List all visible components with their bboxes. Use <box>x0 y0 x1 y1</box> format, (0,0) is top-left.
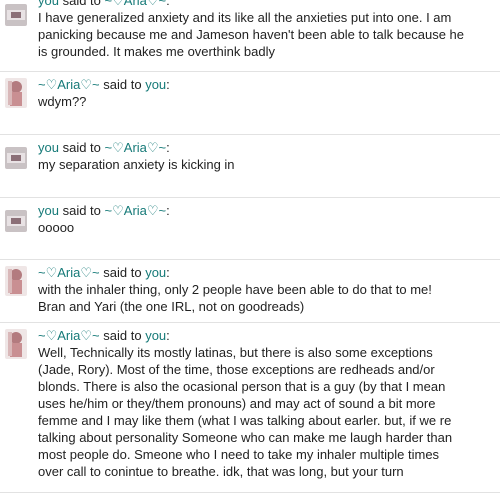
recipient-link[interactable]: you <box>145 328 166 343</box>
avatar-image-you <box>5 147 27 169</box>
said-to-text: said to <box>62 140 101 155</box>
avatar-image-aria <box>5 266 27 296</box>
message-item: you said to ~♡Aria♡~: ooooo 2 <box>0 198 500 260</box>
message-line: blonds. There is also the ocasional pers… <box>38 379 446 394</box>
message-item: ~♡Aria♡~ said to you: wdym?? 2 <box>0 72 500 135</box>
message-line: uses he/him or they/them pronouns) and m… <box>38 396 436 411</box>
sender-link[interactable]: ~♡Aria♡~ <box>38 77 100 92</box>
message-body: my separation anxiety is kicking in <box>38 156 490 173</box>
message-line: ooooo <box>38 220 75 235</box>
avatar[interactable] <box>5 266 27 296</box>
sender-link[interactable]: ~♡Aria♡~ <box>38 328 100 343</box>
message-header: ~♡Aria♡~ said to you: <box>38 327 490 344</box>
sender-link[interactable]: you <box>38 140 59 155</box>
message-line: Bran and Yari (the one IRL, not on goodr… <box>38 299 305 314</box>
message-line: most people do. Smeone who I need to tak… <box>38 447 440 462</box>
message-body: I have generalized anxiety and its like … <box>38 9 490 60</box>
message-item: ~♡Aria♡~ said to you: Well, Technically … <box>0 323 500 493</box>
message-line: my separation anxiety is kicking in <box>38 157 235 172</box>
avatar-image-aria <box>5 78 27 108</box>
colon: : <box>166 140 170 155</box>
message-body: ooooo <box>38 219 490 236</box>
message-line: Well, Technically its mostly latinas, bu… <box>38 345 433 360</box>
said-to-text: said to <box>62 203 101 218</box>
message-header: ~♡Aria♡~ said to you: <box>38 76 490 93</box>
message-body: with the inhaler thing, only 2 people ha… <box>38 281 490 315</box>
message-line: femme and I may like them (what I was ta… <box>38 413 452 428</box>
recipient-link[interactable]: you <box>145 265 166 280</box>
message-header: you said to ~♡Aria♡~: <box>38 0 490 9</box>
avatar-image-aria <box>5 329 27 359</box>
message-body: Well, Technically its mostly latinas, bu… <box>38 344 490 480</box>
message-line: over call to conintue to breathe. idk, t… <box>38 464 404 479</box>
said-to-text: said to <box>103 328 142 343</box>
message-header: ~♡Aria♡~ said to you: <box>38 264 490 281</box>
message-line: I have generalized anxiety and its like … <box>38 10 452 25</box>
message-line: (Jade, Rory). Most of the time, those ex… <box>38 362 435 377</box>
colon: : <box>166 265 170 280</box>
message-header: you said to ~♡Aria♡~: <box>38 202 490 219</box>
message-line: wdym?? <box>38 94 87 109</box>
message-body: wdym?? <box>38 93 490 110</box>
recipient-link[interactable]: ~♡Aria♡~ <box>105 140 167 155</box>
said-to-text: said to <box>103 77 142 92</box>
message-line: with the inhaler thing, only 2 people ha… <box>38 282 432 297</box>
sender-link[interactable]: you <box>38 0 59 8</box>
said-to-text: said to <box>103 265 142 280</box>
said-to-text: said to <box>62 0 101 8</box>
message-line: talking about personality Someone who ca… <box>38 430 453 445</box>
message-item: ~♡Aria♡~ said to you: with the inhaler t… <box>0 260 500 323</box>
message-header: you said to ~♡Aria♡~: <box>38 139 490 156</box>
message-line: is grounded. It makes me overthink badly <box>38 44 276 59</box>
message-line: panicking because me and Jameson haven't… <box>38 27 464 42</box>
colon: : <box>166 328 170 343</box>
recipient-link[interactable]: you <box>145 77 166 92</box>
message-item: you said to ~♡Aria♡~: I have generalized… <box>0 0 500 72</box>
recipient-link[interactable]: ~♡Aria♡~ <box>105 203 167 218</box>
avatar[interactable] <box>5 78 27 108</box>
avatar[interactable] <box>5 4 27 26</box>
sender-link[interactable]: ~♡Aria♡~ <box>38 265 100 280</box>
recipient-link[interactable]: ~♡Aria♡~ <box>105 0 167 8</box>
colon: : <box>166 77 170 92</box>
colon: : <box>166 0 170 8</box>
avatar[interactable] <box>5 147 27 169</box>
avatar[interactable] <box>5 329 27 359</box>
colon: : <box>166 203 170 218</box>
avatar-image-you <box>5 210 27 232</box>
message-item: you said to ~♡Aria♡~: my separation anxi… <box>0 135 500 198</box>
avatar[interactable] <box>5 210 27 232</box>
avatar-image-you <box>5 4 27 26</box>
sender-link[interactable]: you <box>38 203 59 218</box>
